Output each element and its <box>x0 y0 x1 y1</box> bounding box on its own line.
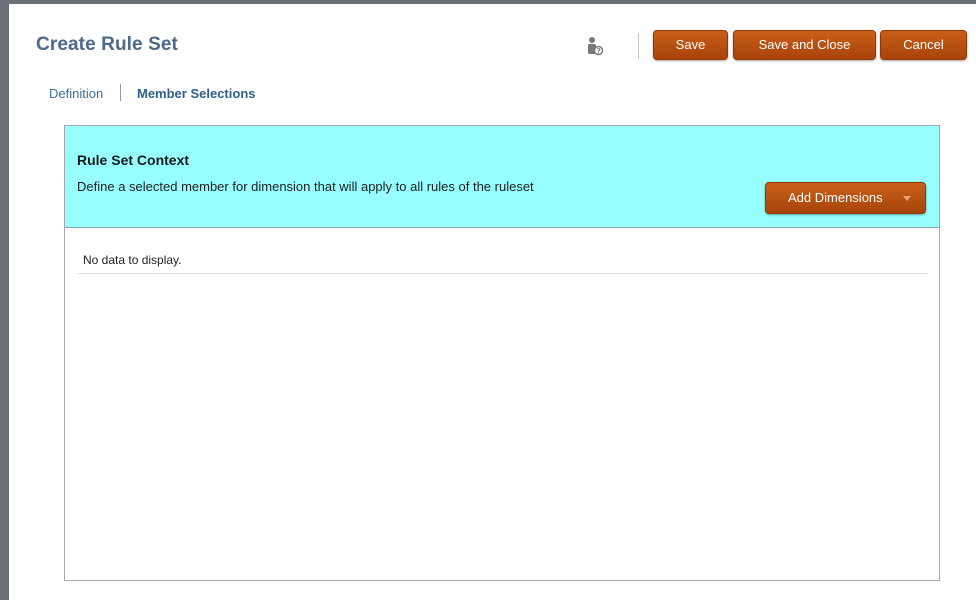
add-dimensions-button[interactable]: Add Dimensions <box>765 182 926 214</box>
page-title: Create Rule Set <box>36 34 178 55</box>
toolbar-divider <box>638 33 639 59</box>
add-dimensions-label: Add Dimensions <box>788 190 883 205</box>
save-and-close-button[interactable]: Save and Close <box>733 30 876 60</box>
window-left-border <box>0 0 9 600</box>
nav-member-selections-link[interactable]: Member Selections <box>137 86 256 101</box>
window: Create Rule Set Save Save and Close Canc… <box>0 0 976 600</box>
table-empty-row: No data to display. <box>77 228 928 274</box>
chevron-down-icon <box>903 196 911 201</box>
panel-header: Rule Set Context Define a selected membe… <box>65 126 939 228</box>
user-help-icon[interactable] <box>586 36 604 56</box>
nav-divider <box>120 84 121 101</box>
empty-message: No data to display. <box>83 253 182 267</box>
rule-set-context-panel: Rule Set Context Define a selected membe… <box>64 125 940 581</box>
save-button[interactable]: Save <box>653 30 728 60</box>
user-help-icon-graphic <box>588 37 604 56</box>
cancel-button[interactable]: Cancel <box>880 30 967 60</box>
nav-definition-link[interactable]: Definition <box>49 86 103 101</box>
panel-title: Rule Set Context <box>77 152 190 168</box>
panel-description: Define a selected member for dimension t… <box>77 179 534 194</box>
window-top-border <box>0 0 976 4</box>
